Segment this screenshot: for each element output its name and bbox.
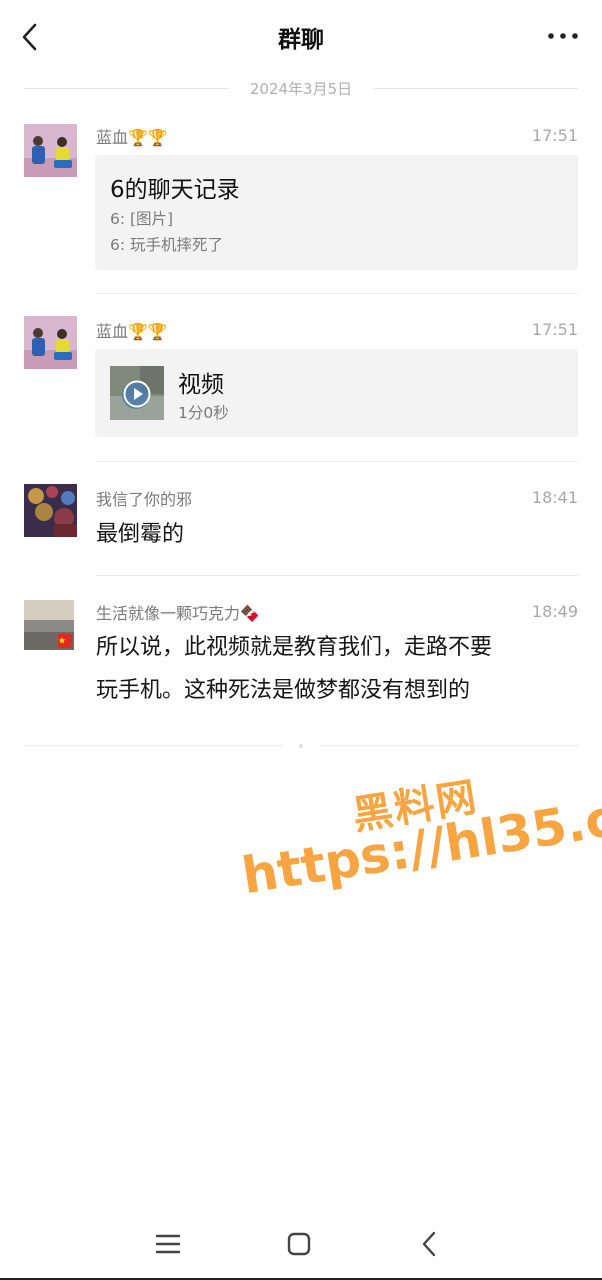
message-text: 所以说，此视频就是教育我们，走路不要 玩手机。这种死法是做梦都没有想到的 — [96, 626, 566, 712]
chat-record-card[interactable]: 6的聊天记录 6: [图片] 6: 玩手机摔死了 — [95, 155, 578, 270]
divider-line — [24, 745, 282, 746]
message-item: 蓝血🏆🏆 17:51 6的聊天记录 6: [图片] 6: 玩手机摔死了 — [0, 122, 602, 294]
top-bar: 群聊 — [0, 0, 602, 72]
sender-name: 生活就像一颗巧克力🍫 — [96, 604, 260, 623]
message-text-line: 所以说，此视频就是教育我们，走路不要 — [96, 635, 493, 660]
message-divider — [96, 461, 578, 462]
divider-dot — [299, 744, 303, 748]
video-title: 视频 — [178, 372, 224, 398]
sender-name: 我信了你的邪 — [96, 490, 193, 509]
list-end-divider — [24, 744, 578, 748]
record-line: 6: 玩手机摔死了 — [110, 236, 224, 254]
message-item: 我信了你的邪 18:41 最倒霉的 — [0, 484, 602, 576]
record-line: 6: [图片] — [110, 210, 174, 228]
menu-icon[interactable] — [152, 1228, 184, 1260]
back-triangle-icon[interactable] — [414, 1228, 446, 1260]
video-thumbnail[interactable] — [110, 366, 164, 420]
message-item: 生活就像一颗巧克力🍫 18:49 所以说，此视频就是教育我们，走路不要 玩手机。… — [0, 598, 602, 708]
message-divider — [96, 575, 578, 576]
avatar[interactable] — [24, 600, 74, 650]
date-divider: 2024年3月5日 — [24, 78, 578, 98]
message-text: 最倒霉的 — [96, 522, 185, 547]
divider-line — [320, 745, 578, 746]
message-divider — [96, 293, 578, 294]
avatar[interactable] — [24, 484, 77, 537]
message-time: 17:51 — [531, 320, 578, 339]
play-icon — [123, 380, 151, 408]
message-time: 18:49 — [531, 602, 578, 621]
divider-line — [373, 88, 578, 89]
system-nav-bar — [0, 1210, 602, 1280]
record-title: 6的聊天记录 — [110, 177, 240, 203]
sender-name: 蓝血🏆🏆 — [96, 322, 168, 341]
more-dots-icon[interactable] — [546, 25, 580, 47]
message-time: 18:41 — [531, 488, 578, 507]
message-time: 17:51 — [531, 126, 578, 145]
sender-name: 蓝血🏆🏆 — [96, 128, 168, 147]
message-text-line: 玩手机。这种死法是做梦都没有想到的 — [96, 678, 471, 703]
avatar[interactable] — [24, 124, 77, 177]
video-duration: 1分0秒 — [178, 404, 229, 422]
home-square-icon[interactable] — [283, 1228, 315, 1260]
video-card[interactable]: 视频 1分0秒 — [95, 349, 578, 437]
avatar[interactable] — [24, 316, 77, 369]
message-item: 蓝血🏆🏆 17:51 视频 1分0秒 — [0, 316, 602, 462]
page-title: 群聊 — [278, 27, 324, 53]
